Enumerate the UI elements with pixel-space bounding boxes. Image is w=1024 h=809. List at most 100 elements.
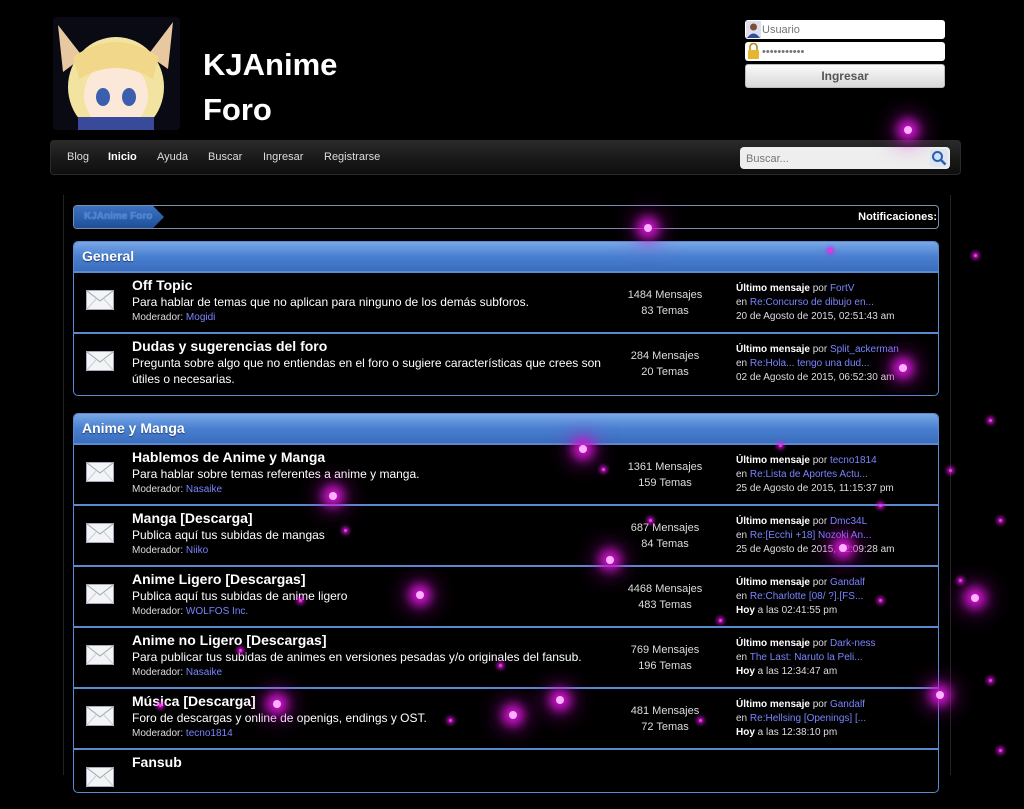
moderator-label: Moderador: [132, 545, 184, 556]
last-post-topic[interactable]: The Last: Naruto la Peli... [750, 652, 863, 663]
board-title[interactable]: Anime Ligero [Descargas] [132, 571, 306, 587]
last-post-topic[interactable]: Re:Hola... tengo una dud... [750, 358, 870, 369]
post-count: 1361 Mensajes [627, 461, 703, 473]
last-post-topic[interactable]: Re:Hellsing [Openings] [... [750, 713, 866, 724]
password-input[interactable] [761, 42, 940, 61]
search-input[interactable] [744, 147, 928, 171]
last-post-label: Último mensaje [736, 283, 810, 294]
board-row: Dudas y sugerencias del foro Pregunta sob… [74, 332, 938, 393]
last-post-day: Hoy [736, 666, 755, 677]
last-post-topic[interactable]: Re:Charlotte [08/ ?].[FS... [750, 591, 863, 602]
post-count: 1484 Mensajes [627, 289, 703, 301]
sparkle-dot [988, 418, 992, 422]
last-post-date: 25 de Agosto de 2015, 02:09:28 am [736, 544, 895, 555]
last-post-topic[interactable]: Re:Lista de Aportes Actu... [750, 469, 868, 480]
board-unread-envelope-icon [86, 767, 114, 787]
board-row: Fansub [74, 748, 938, 809]
breadcrumb-home[interactable]: KJAnime Foro [74, 206, 164, 228]
sparkle-dot [998, 748, 1002, 752]
login-button[interactable]: Ingresar [745, 64, 945, 88]
board-title[interactable]: Off Topic [132, 277, 192, 293]
board-row: Anime Ligero [Descargas] Publica aquí tus… [74, 565, 938, 626]
lock-icon [748, 43, 759, 59]
by-word: por [812, 699, 828, 710]
board-description: Para hablar sobre temas referentes a ani… [132, 467, 420, 481]
last-post-user[interactable]: Dark-ness [830, 638, 876, 649]
moderator-label: Moderador: [132, 484, 184, 495]
in-word: en [736, 591, 748, 602]
moderator-link[interactable]: Nasaike [186, 484, 222, 495]
moderator-link[interactable]: Mogidi [186, 312, 215, 323]
topic-count: 84 Temas [641, 538, 689, 550]
last-post-date: a las 12:38:10 pm [754, 727, 838, 738]
nav-ayuda[interactable]: Ayuda [157, 151, 188, 163]
sparkle-dot [904, 126, 912, 134]
board-stats: 481 Mensajes 72 Temas [614, 703, 716, 735]
nav-inicio[interactable]: Inicio [108, 151, 137, 163]
last-post-user[interactable]: Dmc34L [830, 516, 867, 527]
board-title[interactable]: Anime no Ligero [Descargas] [132, 632, 327, 648]
board-title[interactable]: Dudas y sugerencias del foro [132, 338, 327, 354]
site-logo-image[interactable] [53, 17, 180, 130]
username-input[interactable] [761, 20, 940, 39]
last-post-user[interactable]: Gandalf [830, 577, 865, 588]
search-icon[interactable] [930, 149, 948, 167]
last-post-user[interactable]: tecno1814 [830, 455, 877, 466]
board-last-post: Último mensaje por Dmc34L en Re:[Ecchi +1… [736, 515, 936, 557]
board-stats: 4468 Mensajes 483 Temas [614, 581, 716, 613]
site-title[interactable]: KJAnime Foro [203, 42, 337, 132]
board-stats: 769 Mensajes 196 Temas [614, 642, 716, 674]
moderator-label: Moderador: [132, 312, 184, 323]
board-last-post: Último mensaje por Split_ackerman en Re:H… [736, 343, 936, 385]
sparkle-dot [973, 253, 977, 257]
board-unread-envelope-icon [86, 462, 114, 482]
username-field-wrap [745, 20, 945, 39]
nav-blog[interactable]: Blog [67, 151, 89, 163]
board-last-post: Último mensaje por FortV en Re:Concurso d… [736, 282, 936, 324]
last-post-user[interactable]: Gandalf [830, 699, 865, 710]
board-title[interactable]: Hablemos de Anime y Manga [132, 449, 325, 465]
board-description: Publica aquí tus subidas de mangas [132, 528, 325, 542]
login-form: Ingresar [745, 20, 945, 88]
board-description: Para hablar de temas que no aplican para… [132, 295, 529, 309]
post-count: 4468 Mensajes [627, 583, 703, 595]
sparkle-dot [971, 594, 979, 602]
last-post-label: Último mensaje [736, 577, 810, 588]
last-post-day: Hoy [736, 727, 755, 738]
by-word: por [812, 638, 828, 649]
last-post-topic[interactable]: Re:Concurso de dibujo en... [750, 297, 874, 308]
sparkle-dot [998, 518, 1002, 522]
board-stats: 687 Mensajes 84 Temas [614, 520, 716, 552]
last-post-day: Hoy [736, 605, 755, 616]
board-title[interactable]: Música [Descarga] [132, 693, 256, 709]
board-title[interactable]: Manga [Descarga] [132, 510, 253, 526]
board-row: Hablemos de Anime y Manga Para hablar sob… [74, 443, 938, 504]
moderator-link[interactable]: tecno1814 [186, 728, 233, 739]
post-count: 284 Mensajes [630, 350, 700, 362]
board-stats: 1361 Mensajes 159 Temas [614, 459, 716, 491]
category-header[interactable]: Anime y Manga [74, 414, 938, 443]
in-word: en [736, 652, 748, 663]
topic-count: 159 Temas [638, 477, 692, 489]
moderator-link[interactable]: Nasaike [186, 667, 222, 678]
last-post-topic[interactable]: Re:[Ecchi +18] Nozoki An... [750, 530, 871, 541]
board-row: Off Topic Para hablar de temas que no apl… [74, 271, 938, 332]
board-description: Para publicar tus subidas de animes en v… [132, 650, 582, 664]
board-last-post: Último mensaje por Gandalf en Re:Hellsing… [736, 698, 936, 740]
in-word: en [736, 469, 748, 480]
category-general: General Off Topic Para hablar de temas que… [73, 241, 939, 396]
nav-buscar[interactable]: Buscar [208, 151, 242, 163]
nav-ingresar[interactable]: Ingresar [263, 151, 303, 163]
post-count: 769 Mensajes [630, 644, 700, 656]
board-moderator: Moderador: Nasaike [132, 667, 222, 678]
board-row: Anime no Ligero [Descargas] Para publicar… [74, 626, 938, 687]
in-word: en [736, 713, 748, 724]
last-post-user[interactable]: Split_ackerman [830, 344, 899, 355]
moderator-link[interactable]: Niiko [186, 545, 208, 556]
moderator-link[interactable]: WOLFOS Inc. [186, 606, 248, 617]
last-post-user[interactable]: FortV [830, 283, 854, 294]
category-header[interactable]: General [74, 242, 938, 271]
notifications-label: Notificaciones: [858, 211, 937, 223]
nav-registrarse[interactable]: Registrarse [324, 151, 380, 163]
board-description: Foro de descargas y online de openigs, e… [132, 711, 427, 725]
